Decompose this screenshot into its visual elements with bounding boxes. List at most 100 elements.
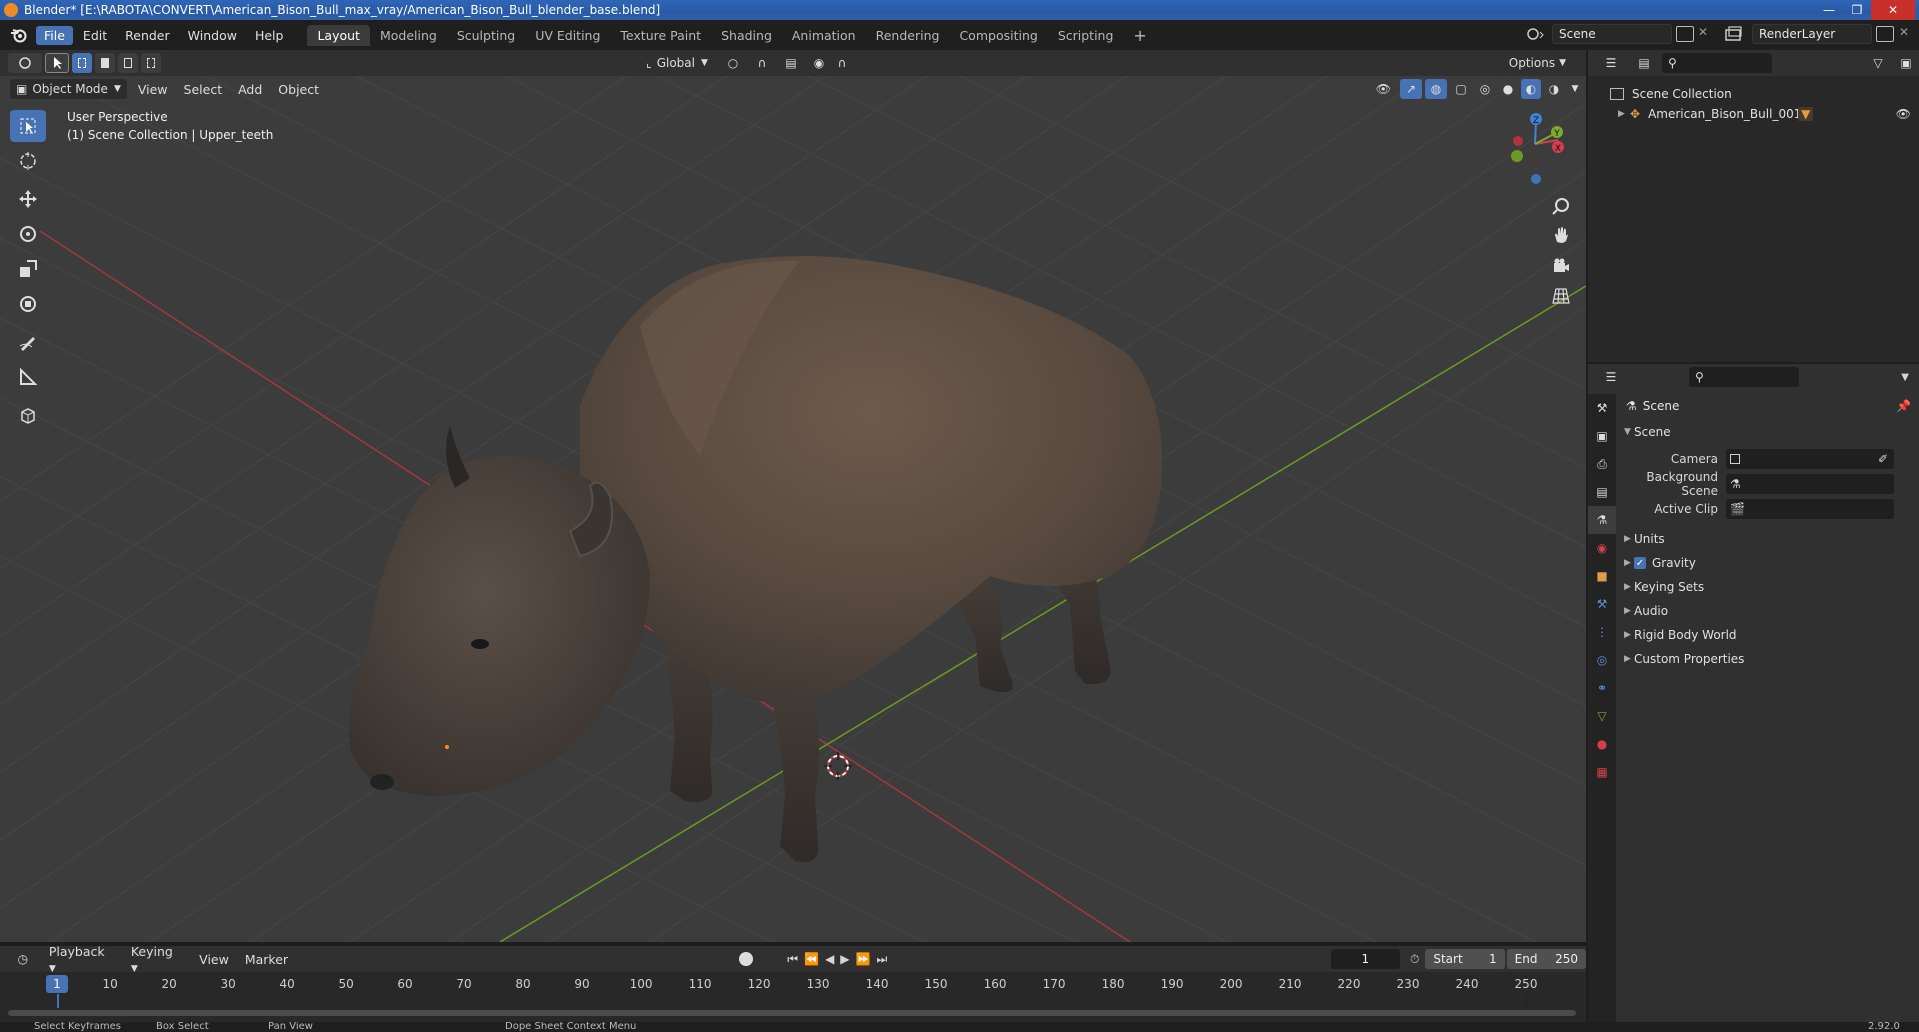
navigation-gizmo[interactable]: Z Y X [1500,108,1580,191]
delete-scene-icon[interactable]: ✕ [1698,25,1708,39]
tab-animation[interactable]: Animation [782,25,866,46]
pan-hand-icon[interactable] [1547,221,1575,249]
play-icon[interactable]: ▶ [840,952,849,966]
view-layer-icon[interactable] [1724,26,1744,42]
snap-icon[interactable]: ∩ [751,53,773,73]
scale-tool-icon[interactable] [10,253,46,285]
new-scene-icon[interactable] [1676,26,1694,42]
tab-shading[interactable]: Shading [711,25,782,46]
active-clip-field[interactable]: 🎬 [1726,498,1894,519]
start-frame-field[interactable]: Start 1 [1425,949,1505,969]
shading-rendered-icon[interactable]: ◑ [1544,79,1564,99]
overlay-toggle-icon[interactable]: ◍ [1425,79,1447,99]
close-icon[interactable]: ✕ [1871,0,1915,20]
jump-start-icon[interactable]: ⏮ [787,952,798,967]
outliner-editor-type-icon[interactable]: ☰ [1596,53,1626,73]
blender-logo-icon[interactable] [8,25,30,45]
menu-file[interactable]: File [36,25,73,45]
tab-compositing[interactable]: Compositing [949,25,1047,46]
rotate-tool-icon[interactable] [10,218,46,250]
rigid-body-world-panel-header[interactable]: ▶ Rigid Body World [1618,623,1919,647]
proportional-edit-icon[interactable]: ◉ [809,53,829,73]
timeline-menu-keying[interactable]: Keying ▼ [123,944,191,974]
perspective-toggle-icon[interactable] [1547,282,1575,310]
add-cube-tool-icon[interactable] [10,399,46,431]
move-tool-icon[interactable] [10,183,46,215]
new-view-layer-icon[interactable] [1876,26,1894,42]
tab-layout[interactable]: Layout [307,24,370,46]
object-tab-icon[interactable]: ■ [1588,562,1616,590]
audio-panel-header[interactable]: ▶ Audio [1618,599,1919,623]
timeline-menu-view[interactable]: View [191,952,237,967]
data-tab-icon[interactable]: ▽ [1588,702,1616,730]
tool-tab-icon[interactable]: ⚒ [1588,394,1616,422]
shading-material-icon[interactable]: ◐ [1521,79,1541,99]
viewport-menu-add[interactable]: Add [230,82,270,97]
timeline-scrollbar[interactable] [8,1010,1576,1016]
next-keyframe-icon[interactable]: ⏩ [856,952,871,966]
chevron-down-icon[interactable]: ▼ [1901,372,1909,383]
material-tab-icon[interactable]: ● [1588,730,1616,758]
select-mode-extend-icon[interactable] [95,53,115,73]
timeline-menu-playback[interactable]: Playback ▼ [41,944,123,974]
gravity-checkbox[interactable]: ✓ [1634,557,1646,569]
properties-search-field[interactable]: ⚲ [1689,367,1799,387]
filter-icon[interactable]: ▽ [1863,53,1893,73]
current-frame-field[interactable]: 1 [1330,949,1400,969]
tab-modeling[interactable]: Modeling [370,25,447,46]
view-layer-tab-icon[interactable]: ▤ [1588,478,1616,506]
add-workspace-icon[interactable]: + [1123,23,1156,48]
transform-orientation-dropdown[interactable]: ⌞ Global ▼ [639,53,715,73]
camera-field[interactable]: ✐ [1726,448,1894,469]
jump-end-icon[interactable]: ⏭ [876,952,887,967]
physics-tab-icon[interactable]: ◎ [1588,646,1616,674]
timeline-menu-marker[interactable]: Marker [237,952,296,967]
menu-render[interactable]: Render [117,26,178,45]
shading-solid-icon[interactable]: ● [1498,79,1518,99]
gizmo-toggle-icon[interactable]: ↗ [1400,79,1422,99]
minimize-icon[interactable]: — [1815,0,1843,20]
visibility-icon[interactable]: 👁 [1370,79,1397,99]
outliner-row-scene-collection[interactable]: Scene Collection [1588,84,1919,104]
zoom-icon[interactable] [1547,192,1575,220]
scene-tab-icon[interactable]: ⚗ [1588,506,1616,534]
play-reverse-icon[interactable]: ◀ [825,952,834,966]
pivot-point-icon[interactable]: ○ [718,53,748,73]
shading-options-icon[interactable]: ▼ [1567,79,1583,99]
new-collection-icon[interactable]: ▣ [1896,53,1916,73]
snap-target-icon[interactable]: ▤ [776,53,806,73]
scene-selector[interactable]: Scene [1552,24,1672,44]
transform-tool-icon[interactable] [10,288,46,320]
display-mode-icon[interactable]: ▤ [1629,53,1659,73]
tab-rendering[interactable]: Rendering [866,25,950,46]
properties-editor-type-icon[interactable]: ☰ [1596,367,1626,387]
constraints-tab-icon[interactable]: ⚭ [1588,674,1616,702]
scene-type-icon[interactable] [1526,26,1546,42]
viewport-menu-view[interactable]: View [130,82,176,97]
tab-scripting[interactable]: Scripting [1048,25,1124,46]
custom-properties-panel-header[interactable]: ▶ Custom Properties [1618,647,1919,671]
gravity-panel-header[interactable]: ▶ ✓ Gravity [1618,551,1919,575]
modifier-tab-icon[interactable]: ⚒ [1588,590,1616,618]
menu-edit[interactable]: Edit [75,26,115,45]
tab-sculpting[interactable]: Sculpting [447,25,525,46]
select-mode-subtract-icon[interactable] [118,53,138,73]
particles-tab-icon[interactable]: ⋮ [1588,618,1616,646]
eyedropper-icon[interactable]: ✐ [1878,452,1888,466]
delete-view-layer-icon[interactable]: ✕ [1899,25,1909,39]
stopwatch-icon[interactable]: ⏱ [1410,952,1419,967]
keying-sets-panel-header[interactable]: ▶ Keying Sets [1618,575,1919,599]
measure-tool-icon[interactable] [10,361,46,393]
viewport-menu-select[interactable]: Select [176,82,231,97]
tab-texture-paint[interactable]: Texture Paint [610,25,711,46]
select-mode-intersect-icon[interactable] [141,53,161,73]
pin-icon[interactable]: 📌 [1896,399,1911,413]
select-box-tool-icon[interactable] [10,110,46,142]
falloff-icon[interactable]: ∩ [832,53,852,73]
options-dropdown[interactable]: Options ▼ [1502,53,1572,73]
mode-dropdown[interactable]: ▣ Object Mode ▼ [10,79,127,99]
render-tab-icon[interactable]: ▣ [1588,422,1616,450]
current-frame-indicator[interactable]: 1 [46,975,68,993]
maximize-icon[interactable]: ❐ [1843,0,1871,20]
world-tab-icon[interactable]: ◉ [1588,534,1616,562]
